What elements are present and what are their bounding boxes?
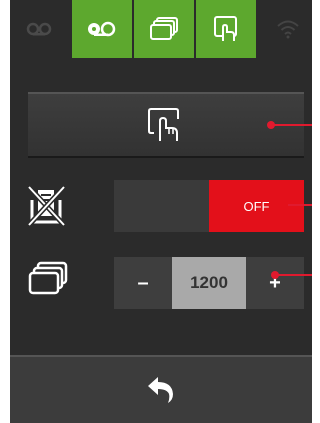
increment-button[interactable]: + xyxy=(246,257,304,309)
quantity-stepper: – 1200 + xyxy=(114,257,304,309)
video-icon xyxy=(88,21,116,37)
stack-icon xyxy=(150,17,178,40)
back-arrow-icon xyxy=(148,377,173,403)
tab-wifi[interactable] xyxy=(258,0,312,58)
tab-stack[interactable] xyxy=(134,0,194,58)
paper-toggle[interactable]: OFF xyxy=(114,180,304,232)
wifi-icon xyxy=(277,20,299,39)
video-off-icon xyxy=(26,22,52,36)
callout-line xyxy=(275,274,312,276)
control-panel: OFF – 1200 + xyxy=(10,0,312,423)
back-button[interactable] xyxy=(10,355,312,423)
toggle-off-label: OFF xyxy=(209,180,304,232)
touch-screen-icon xyxy=(148,108,179,141)
tab-video-off[interactable] xyxy=(10,0,70,58)
tab-touch[interactable] xyxy=(196,0,256,58)
touch-screen-icon xyxy=(214,16,237,41)
quantity-value[interactable]: 1200 xyxy=(172,257,246,309)
stack-icon xyxy=(24,258,72,300)
decrement-button[interactable]: – xyxy=(114,257,172,309)
tab-video[interactable] xyxy=(72,0,132,58)
no-paper-icon xyxy=(24,182,72,230)
callout-line xyxy=(288,204,312,206)
top-toolbar xyxy=(10,0,312,58)
callout-line xyxy=(271,124,312,126)
touch-mode-button[interactable] xyxy=(28,92,304,158)
